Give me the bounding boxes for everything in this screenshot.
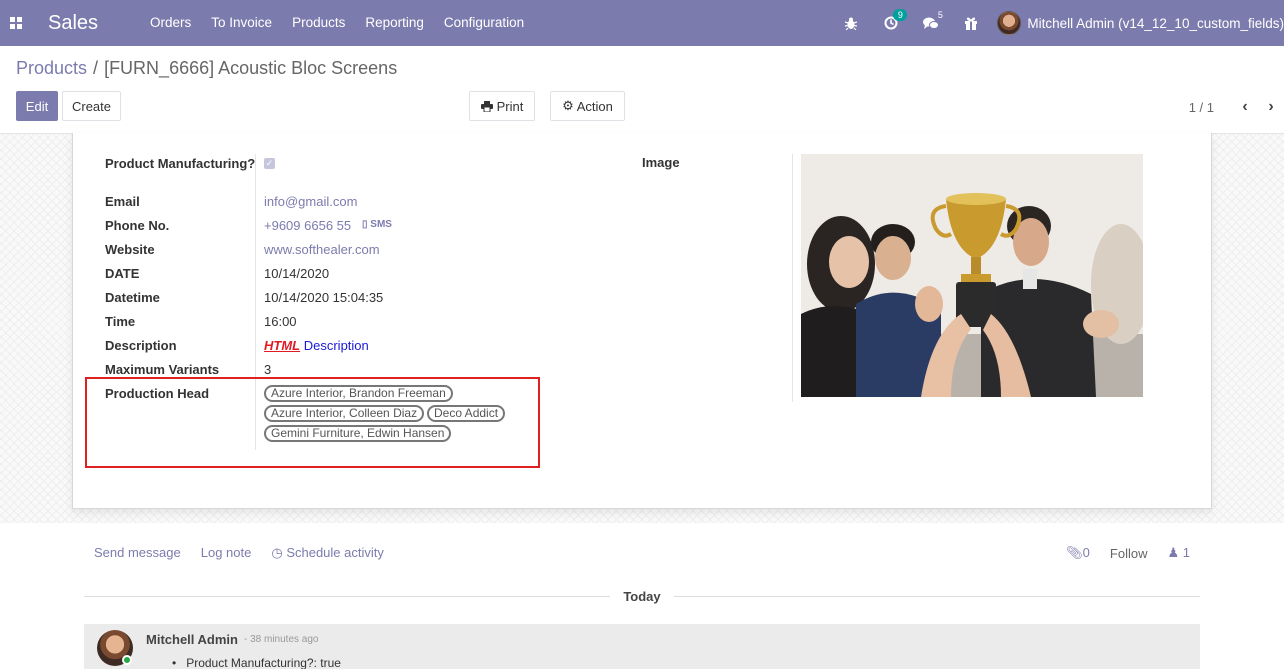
label-email: Email xyxy=(105,194,140,209)
action-label: Action xyxy=(576,98,613,114)
systray: 9 5 Mitchell Admin (v14_12_10_custom_fie… xyxy=(831,0,1284,46)
app-name[interactable]: Sales xyxy=(48,12,140,35)
user-avatar xyxy=(997,11,1022,35)
paperclip-icon: 📎︎ xyxy=(1066,545,1083,560)
date-divider-left xyxy=(84,596,610,597)
debug-bug-icon[interactable] xyxy=(831,0,871,46)
breadcrumb-separator: / xyxy=(93,58,99,78)
image-separator xyxy=(792,154,793,402)
email-link[interactable]: info@gmail.com xyxy=(264,192,357,211)
date-divider-right xyxy=(674,596,1200,597)
print-label: Print xyxy=(496,98,524,114)
description-text: Description xyxy=(303,338,369,353)
sms-button[interactable]: ▯ SMS xyxy=(362,219,392,230)
pager-value[interactable]: 1 / 1 xyxy=(1189,100,1214,115)
schedule-activity-label: Schedule activity xyxy=(286,545,384,560)
breadcrumb: Products / [FURN_6666] Acoustic Bloc Scr… xyxy=(16,58,397,79)
date-value: 10/14/2020 xyxy=(264,266,330,281)
description-value: HTML Description xyxy=(264,336,369,355)
messages-badge: 5 xyxy=(937,10,943,20)
follow-button[interactable]: Follow xyxy=(1110,546,1148,561)
attachments-count: 0 xyxy=(1082,545,1090,560)
product-manufacturing-checkbox[interactable]: ✓ xyxy=(264,158,275,169)
printer-icon xyxy=(480,100,493,112)
message-tracking-text: Product Manufacturing?: true xyxy=(186,656,341,669)
user-icon: ♟ xyxy=(1167,545,1180,560)
website-link[interactable]: www.softhealer.com xyxy=(264,240,380,259)
activity-clock-icon[interactable]: 9 xyxy=(871,0,911,46)
main-menu: Orders To Invoice Products Reporting Con… xyxy=(140,0,534,46)
datetime-value: 10/14/2020 15:04:35 xyxy=(264,290,384,305)
user-menu[interactable]: Mitchell Admin (v14_12_10_custom_fields) xyxy=(997,11,1284,35)
breadcrumb-products-link[interactable]: Products xyxy=(16,58,87,79)
label-description: Description xyxy=(105,338,177,353)
user-name: Mitchell Admin (v14_12_10_custom_fields) xyxy=(1027,15,1284,31)
label-phone: Phone No. xyxy=(105,218,170,233)
description-html-text: HTML xyxy=(264,338,301,353)
gift-icon[interactable] xyxy=(951,0,991,46)
attachments-button[interactable]: 📎︎0 xyxy=(1066,545,1090,561)
send-message-button[interactable]: Send message xyxy=(94,545,181,561)
top-navbar: Sales Orders To Invoice Products Reporti… xyxy=(0,0,1284,46)
menu-configuration[interactable]: Configuration xyxy=(434,0,534,46)
chatter-topbar: Send message Log note ◷ Schedule activit… xyxy=(94,545,384,561)
label-product-manufacturing: Product Manufacturing? xyxy=(105,156,256,171)
online-status-icon xyxy=(122,655,132,665)
chevron-left-icon[interactable]: ‹ xyxy=(1232,98,1258,116)
schedule-activity-button[interactable]: ◷ Schedule activity xyxy=(271,545,384,561)
label-time: Time xyxy=(105,314,136,329)
action-button[interactable]: ⚙ Action xyxy=(550,91,625,121)
message-author[interactable]: Mitchell Admin xyxy=(146,632,238,647)
edit-button[interactable]: Edit xyxy=(16,91,58,121)
chevron-right-icon[interactable]: › xyxy=(1258,98,1284,116)
mobile-icon: ▯ xyxy=(362,219,368,230)
menu-reporting[interactable]: Reporting xyxy=(355,0,434,46)
chatter-actions: 📎︎0 Follow ♟ 1 xyxy=(1066,545,1190,561)
menu-products[interactable]: Products xyxy=(282,0,355,46)
menu-to-invoice[interactable]: To Invoice xyxy=(201,0,282,46)
create-button[interactable]: Create xyxy=(62,91,121,121)
production-head-highlight xyxy=(85,377,540,468)
label-image: Image xyxy=(642,155,680,170)
phone-link[interactable]: +9609 6656 55 xyxy=(264,216,351,235)
message-time: - 38 minutes ago xyxy=(244,634,319,645)
label-datetime: Datetime xyxy=(105,290,160,305)
message-tracking-item: • Product Manufacturing?: true xyxy=(172,656,341,669)
date-separator: Today xyxy=(623,589,661,604)
gear-icon: ⚙ xyxy=(562,98,574,113)
activity-badge: 9 xyxy=(893,9,908,21)
print-button[interactable]: Print xyxy=(469,91,535,121)
breadcrumb-current: [FURN_6666] Acoustic Bloc Screens xyxy=(104,58,398,78)
clock-icon: ◷ xyxy=(271,545,283,560)
apps-menu-icon[interactable] xyxy=(0,0,32,46)
product-image[interactable] xyxy=(801,154,1143,397)
label-date: DATE xyxy=(105,266,140,281)
time-value: 16:00 xyxy=(264,314,297,329)
pager: 1 / 1 ‹ › xyxy=(1189,98,1284,116)
followers-count: 1 xyxy=(1182,545,1190,560)
label-website: Website xyxy=(105,242,155,257)
messages-comments-icon[interactable]: 5 xyxy=(911,0,951,46)
followers-button[interactable]: ♟ 1 xyxy=(1167,545,1190,561)
menu-orders[interactable]: Orders xyxy=(140,0,201,46)
sms-label: SMS xyxy=(370,219,392,230)
log-note-button[interactable]: Log note xyxy=(201,545,252,561)
